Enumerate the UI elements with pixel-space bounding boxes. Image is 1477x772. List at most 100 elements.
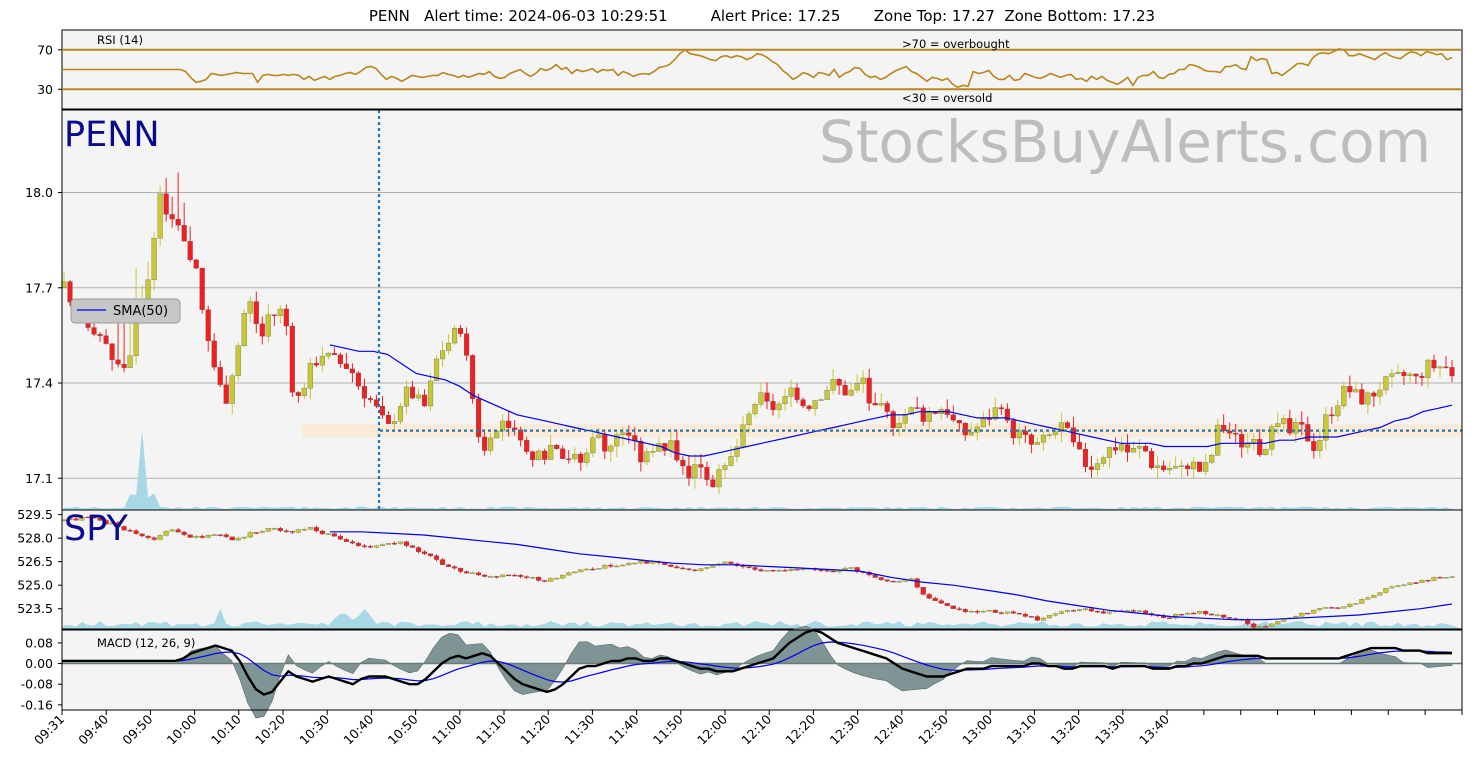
spy-candle-body — [506, 574, 512, 577]
penn-candle-body — [836, 379, 842, 386]
spy-candle-body — [872, 574, 878, 578]
spy-candle-body — [253, 532, 259, 534]
spy-candle-body — [890, 580, 896, 583]
x-tick-label: 11:50 — [650, 711, 686, 747]
x-tick-label: 09:50 — [119, 711, 155, 747]
penn-candle-body — [325, 353, 331, 357]
spy-candle-body — [590, 568, 596, 571]
penn-candle-body — [512, 427, 518, 430]
spy-candle-body — [584, 568, 590, 571]
penn-candle-body — [776, 403, 782, 411]
spy-y-tick-label: 528.0 — [17, 531, 53, 546]
spy-candle-body — [1275, 621, 1281, 625]
spy-candle-body — [1130, 610, 1137, 612]
penn-candle-body — [1281, 418, 1287, 424]
spy-candle-body — [818, 569, 824, 571]
penn-candle-body — [187, 241, 193, 261]
penn-candle-body — [1082, 448, 1089, 467]
spy-candle-body — [193, 536, 199, 538]
sma-legend: SMA(50) — [70, 298, 181, 324]
spy-candle-body — [301, 529, 307, 531]
legend-label: SMA(50) — [113, 304, 168, 319]
spy-candle-body — [992, 609, 998, 613]
penn-candle-body — [169, 214, 175, 220]
penn-candle-body — [860, 377, 866, 384]
spy-candle-body — [524, 576, 530, 578]
penn-candle-body — [722, 465, 728, 470]
spy-candle-body — [409, 545, 416, 548]
spy-candle-body — [1046, 615, 1052, 619]
penn-candle-body — [1413, 373, 1419, 377]
spy-candle-body — [728, 561, 734, 564]
spy-candle-body — [1329, 607, 1335, 609]
penn-candle-body — [1209, 455, 1215, 463]
penn-candle-body — [1251, 439, 1257, 443]
x-tick-label: 11:40 — [606, 711, 642, 747]
spy-candle-body — [500, 574, 506, 578]
spy-candle-body — [1407, 582, 1413, 585]
penn-candle-body — [902, 414, 908, 424]
penn-candle-body — [1299, 422, 1305, 425]
penn-candle-body — [932, 411, 938, 414]
penn-candle-body — [470, 355, 476, 399]
penn-candle-body — [668, 440, 674, 451]
macd-y-tick-label: -0.08 — [21, 677, 53, 692]
spy-candle-body — [373, 545, 380, 548]
penn-candle-body — [644, 451, 650, 463]
penn-candle-body — [968, 432, 974, 436]
penn-candle-body — [193, 259, 199, 269]
spy-candle-body — [650, 561, 656, 564]
spy-candle-body — [776, 570, 782, 572]
penn-candle-body — [313, 363, 319, 366]
spy-candle-body — [1040, 617, 1046, 621]
penn-candle-body — [349, 368, 355, 374]
spy-candle-body — [518, 575, 524, 577]
x-tick-label: 11:20 — [517, 711, 553, 747]
penn-candle-body — [217, 367, 223, 385]
penn-candle-body — [788, 387, 794, 397]
penn-candle-body — [151, 237, 157, 280]
penn-candle-body — [692, 464, 698, 479]
spy-candle-body — [337, 536, 343, 540]
penn-candle-body — [1389, 373, 1395, 377]
penn-candle-body — [920, 407, 926, 422]
penn-candle-body — [1010, 420, 1016, 439]
spy-candle-body — [512, 574, 518, 577]
spy-candle-body — [638, 560, 644, 564]
oversold-label: <30 = oversold — [902, 91, 992, 105]
spy-candle-body — [133, 530, 139, 534]
spy-candle-body — [127, 530, 133, 532]
penn-candle-body — [247, 301, 253, 314]
penn-candle-body — [97, 334, 103, 336]
x-tick-label: 10:00 — [164, 711, 200, 747]
penn-candle-body — [1401, 371, 1407, 376]
spy-candle-body — [824, 569, 830, 572]
spy-candle-body — [1191, 612, 1197, 615]
penn-candle-body — [770, 401, 776, 411]
penn-candle-body — [223, 384, 229, 404]
penn-candle-body — [1239, 434, 1245, 448]
stock-alert-chart: PENN Alert time: 2024-06-03 10:29:51 Ale… — [0, 0, 1477, 768]
x-tick-label: 09:31 — [31, 712, 67, 748]
penn-candle-body — [1335, 405, 1341, 417]
x-tick-label: 13:00 — [959, 711, 995, 747]
spy-candle-body — [1106, 611, 1113, 614]
spy-candle-body — [1076, 609, 1083, 611]
spy-candle-body — [1058, 611, 1064, 614]
penn-candle-body — [458, 328, 464, 334]
spy-panel: SPY 529.5 528.0 526.5 525.0 523.5 — [17, 507, 1463, 630]
penn-candle-body — [812, 400, 818, 409]
spy-candle-body — [1100, 611, 1107, 614]
penn-candle-body — [1365, 392, 1371, 405]
x-tick-label: 12:40 — [871, 711, 907, 747]
penn-candle-body — [530, 451, 536, 461]
penn-candle-body — [1046, 434, 1052, 436]
spy-symbol-label: SPY — [64, 509, 129, 549]
spy-candle-body — [415, 547, 422, 552]
penn-candle-body — [1052, 431, 1058, 435]
penn-candle-body — [764, 392, 770, 402]
spy-candle-body — [1449, 576, 1455, 578]
penn-candle-body — [950, 414, 956, 421]
spy-candle-body — [1317, 608, 1323, 611]
spy-candle-body — [944, 603, 950, 606]
